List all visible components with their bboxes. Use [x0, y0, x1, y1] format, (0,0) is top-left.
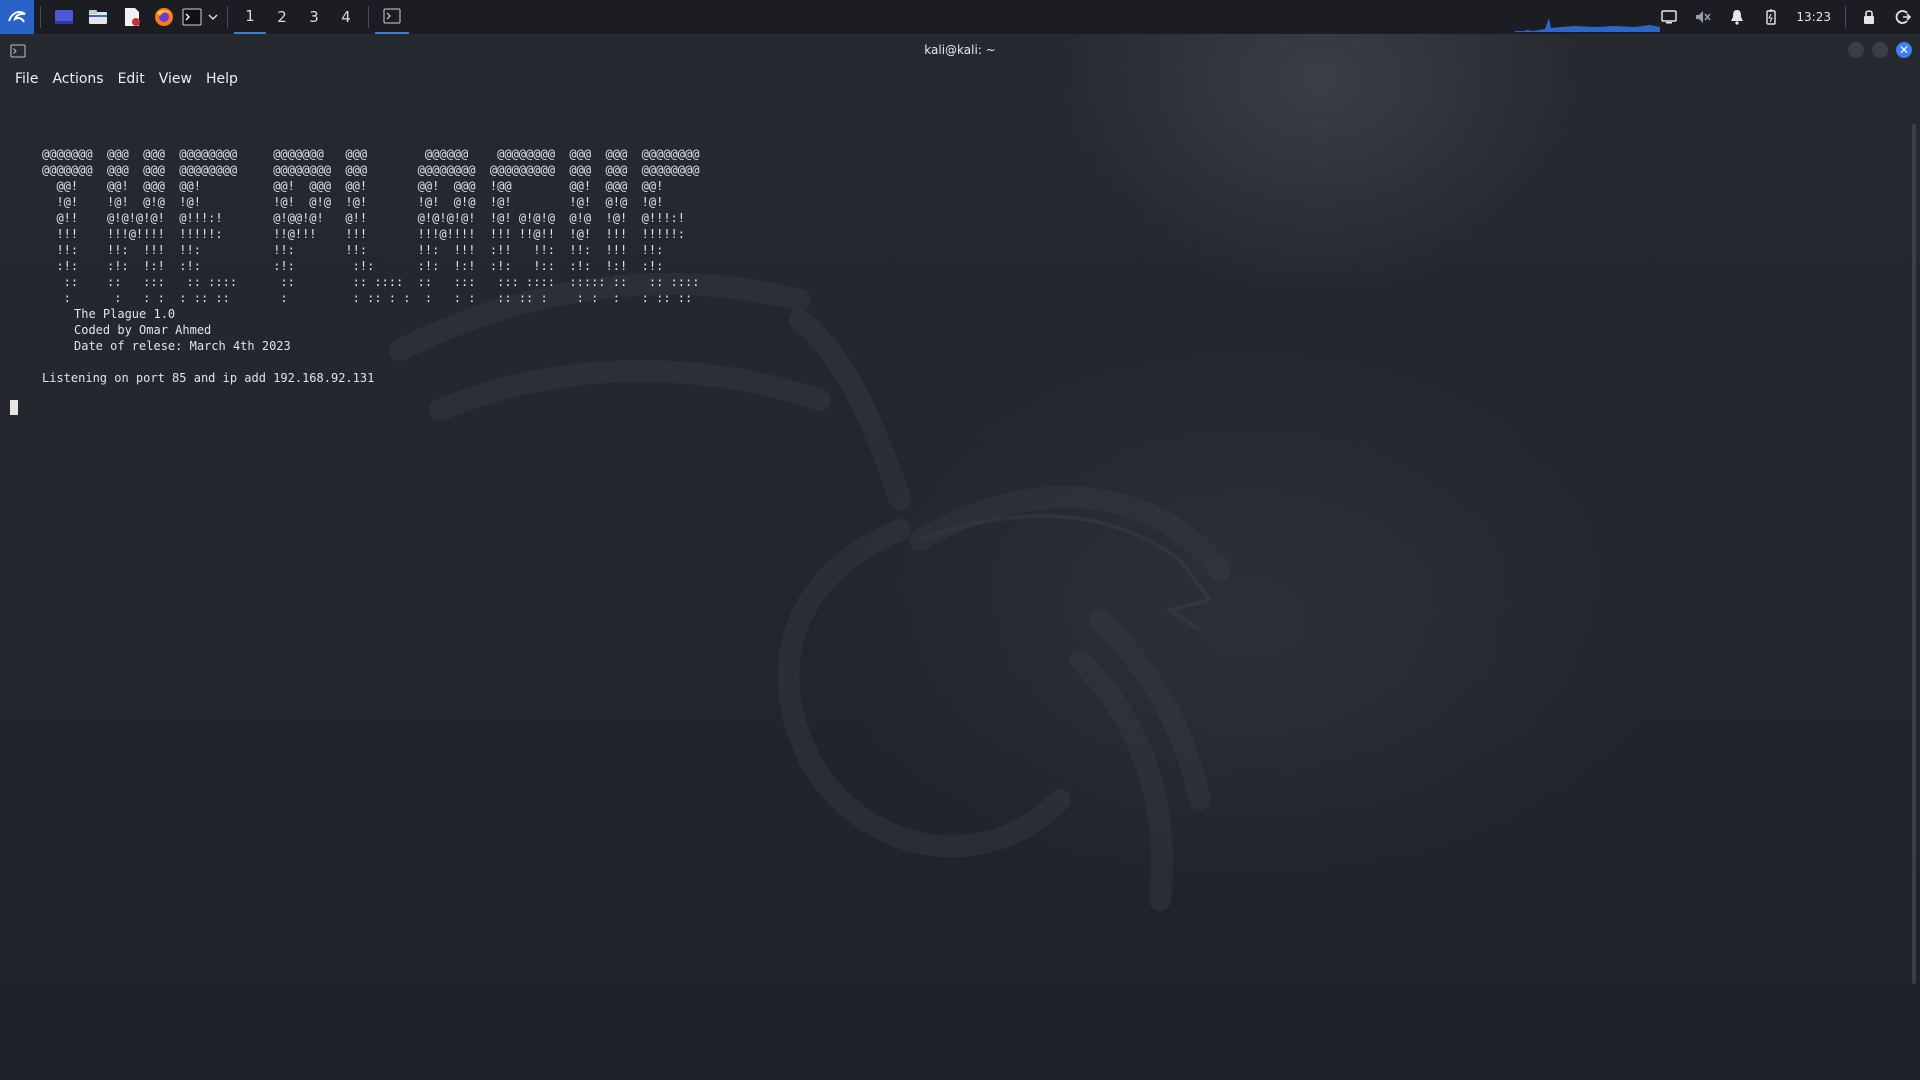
maximize-button[interactable] [1872, 42, 1888, 58]
system-tray: 13:23 [1652, 0, 1920, 34]
panel-separator [40, 6, 41, 28]
firefox-icon[interactable] [149, 0, 179, 34]
menu-view[interactable]: View [152, 71, 199, 87]
desktop-icon[interactable] [47, 0, 81, 34]
window-controls: ✕ [1848, 42, 1912, 58]
terminal-icon [10, 43, 26, 62]
terminal-area[interactable]: @@@@@@@ @@@ @@@ @@@@@@@@ @@@@@@@ @@@ @@@… [0, 94, 1900, 1080]
panel-separator [1845, 6, 1846, 28]
workspace-1[interactable]: 1 [234, 0, 266, 34]
menu-edit[interactable]: Edit [111, 71, 152, 87]
panel-separator [368, 6, 369, 28]
taskbar-terminal-button[interactable] [375, 0, 409, 34]
battery-icon[interactable] [1754, 0, 1788, 34]
clock[interactable]: 13:23 [1788, 10, 1839, 24]
volume-muted-icon[interactable] [1686, 0, 1720, 34]
lock-icon[interactable] [1852, 0, 1886, 34]
panel-launchers: 1 2 3 4 [0, 0, 409, 34]
banner-ascii-art: @@@@@@@ @@@ @@@ @@@@@@@@ @@@@@@@ @@@ @@@… [42, 147, 700, 305]
terminal-icon [383, 8, 401, 24]
terminal-cursor [10, 400, 18, 415]
minimize-button[interactable] [1848, 42, 1864, 58]
terminal-scrollbar[interactable] [1912, 124, 1916, 984]
workspace-2[interactable]: 2 [266, 0, 298, 34]
chevron-down-icon[interactable] [205, 0, 221, 34]
menu-bar: File Actions Edit View Help [8, 66, 245, 92]
menu-help[interactable]: Help [199, 71, 245, 87]
top-panel: 1 2 3 4 13:23 [0, 0, 1920, 34]
kali-menu-icon[interactable] [0, 0, 34, 34]
info-release-date: Date of relese: March 4th 2023 [74, 339, 291, 353]
bell-icon[interactable] [1720, 0, 1754, 34]
close-button[interactable]: ✕ [1896, 42, 1912, 58]
info-title: The Plague 1.0 [74, 307, 176, 321]
terminal-window: kali@kali: ~ ✕ File Actions Edit View He… [0, 34, 1920, 1080]
workspace-4[interactable]: 4 [330, 0, 362, 34]
cpu-graph-icon [1515, 18, 1660, 32]
logout-icon[interactable] [1886, 0, 1920, 34]
window-titlebar[interactable]: kali@kali: ~ ✕ [0, 34, 1920, 66]
panel-separator [227, 6, 228, 28]
menu-file[interactable]: File [8, 71, 45, 87]
workspace-3[interactable]: 3 [298, 0, 330, 34]
close-icon: ✕ [1898, 43, 1910, 57]
text-editor-icon[interactable] [115, 0, 149, 34]
listen-status: Listening on port 85 and ip add 192.168.… [42, 371, 375, 385]
menu-actions[interactable]: Actions [45, 71, 110, 87]
terminal-icon[interactable] [179, 0, 205, 34]
window-title: kali@kali: ~ [924, 43, 996, 57]
display-icon[interactable] [1652, 0, 1686, 34]
info-author: Coded by Omar Ahmed [74, 323, 212, 337]
file-manager-icon[interactable] [81, 0, 115, 34]
